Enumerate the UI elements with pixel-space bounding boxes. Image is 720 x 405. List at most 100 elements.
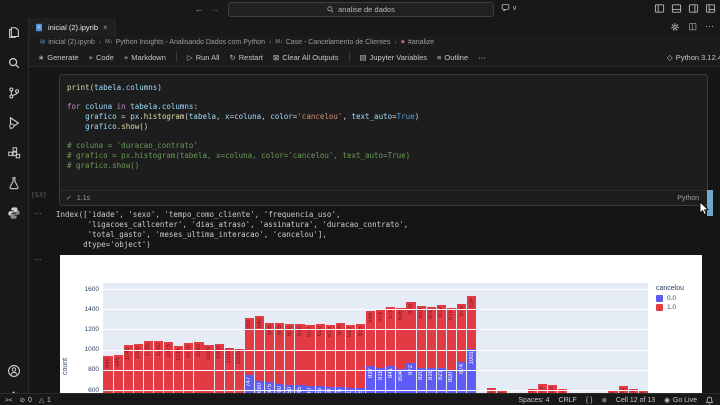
status-label: 0 (28, 397, 32, 404)
legend-label: 1.0 (667, 304, 676, 311)
breadcrumb-separator: › (99, 39, 101, 46)
toggle-secondary-sidebar-icon[interactable] (688, 3, 699, 14)
outline-icon: ≡ (437, 53, 441, 62)
bar-value-label: 1001 (469, 351, 475, 364)
extensions-icon[interactable] (5, 144, 23, 162)
bar-value-label: 635 (358, 326, 364, 336)
source-control-icon[interactable] (5, 84, 23, 102)
code-line: print(tabela.columns) (67, 83, 419, 93)
search-icon[interactable] (5, 54, 23, 72)
toolbar-label: Restart (239, 53, 263, 62)
outline-button[interactable]: ≡Outline (437, 53, 468, 62)
breadcrumb-separator: › (269, 39, 271, 46)
indent-indicator[interactable]: Spaces: 4 (518, 397, 549, 404)
editor-more-actions-icon[interactable]: ⋯ (705, 21, 714, 32)
code-token: for (67, 102, 85, 111)
more-actions-button[interactable]: ⋯ (478, 53, 486, 62)
run-all-button[interactable]: ▷Run All (187, 53, 220, 62)
cell-language[interactable]: Python (677, 195, 699, 202)
breadcrumb-item-1[interactable]: ▤inicial (2).ipynb (40, 39, 95, 46)
bar-value-label: 1005 (236, 351, 242, 364)
command-center-text: analise de dados (338, 5, 395, 14)
jupyter-variables-button[interactable]: ▤Jupyter Variables (360, 53, 427, 62)
add-markdown-cell-icon: + (124, 53, 128, 62)
bar-value-label: 548 (368, 313, 374, 323)
breadcrumb-item-2[interactable]: M↓Python Insights - Analisando Dados com… (105, 39, 265, 46)
code-token: = (117, 112, 131, 121)
kernel-picker[interactable]: ◇ Python 3.12.4 (667, 48, 720, 66)
eol-indicator[interactable]: CRLF (559, 397, 577, 404)
bar-value-label: 945 (115, 357, 121, 367)
y-axis-tick-label: 1600 (75, 286, 99, 293)
cell-duration: 1.1s (77, 195, 90, 202)
legend-entry-0.0[interactable]: 0.0 (656, 295, 684, 302)
output-line: 'total_gasto', 'meses_ultima_interacao',… (56, 230, 408, 240)
code-token: tabela.columns (130, 102, 193, 111)
notifications-bell-icon[interactable] (705, 396, 714, 405)
add-markdown-cell-button[interactable]: +Markdown (124, 53, 166, 62)
command-center-search[interactable]: analise de dados (228, 2, 494, 17)
markdown-icon: M↓ (275, 39, 282, 45)
remote-indicator[interactable]: >< (5, 397, 13, 404)
extension-icon[interactable]: ⊛ (601, 396, 606, 404)
status-label: Go Live (673, 397, 697, 404)
language-indicator[interactable]: { } (586, 397, 593, 404)
output-line: dtype='object') (56, 240, 408, 250)
clear-all-outputs-icon: ⊠ (273, 53, 279, 62)
legend-entry-1.0[interactable]: 1.0 (656, 304, 684, 311)
explorer-icon[interactable] (5, 24, 23, 42)
bar-value-label: 615 (448, 310, 454, 320)
code-token: # grafico.show() (67, 161, 139, 170)
cell-position-indicator[interactable]: Cell 12 of 13 (616, 397, 655, 404)
python-icon[interactable] (5, 204, 23, 222)
bar-value-label: 615 (327, 327, 333, 337)
split-editor-icon[interactable]: ◫ (688, 21, 697, 32)
warnings-indicator-icon: △ (39, 396, 44, 404)
code-line: grafico.show() (67, 122, 419, 132)
tab-close-icon[interactable]: × (103, 23, 108, 32)
toolbar-label: Code (96, 53, 114, 62)
cell-footer: ✓ 1.1s Python (60, 190, 707, 205)
code-content[interactable]: print(tabela.columns) for coluna in tabe… (67, 83, 419, 170)
plotly-chart-output: count 9409451045106010851090107510351070… (60, 255, 702, 405)
bar-value-label: 800 (448, 372, 454, 382)
clear-all-outputs-button[interactable]: ⊠Clear All Outputs (273, 53, 339, 62)
errors-indicator[interactable]: ⊘0 (20, 396, 32, 404)
editor-settings-gear-icon[interactable] (670, 22, 680, 32)
run-and-debug-icon[interactable] (5, 114, 23, 132)
copilot-button[interactable]: ∨ (501, 3, 517, 12)
search-icon (327, 6, 334, 13)
notebook-file-icon: ▤ (40, 39, 45, 45)
code-token: ) (157, 83, 162, 92)
tab-bar: inicial (2).ipynb × ◫ ⋯ (28, 18, 720, 36)
account-icon[interactable] (5, 362, 23, 380)
bar-value-label: 640 (257, 318, 263, 328)
tab-inicial-ipynb[interactable]: inicial (2).ipynb × (28, 18, 116, 36)
code-line (67, 132, 419, 142)
more-actions-icon: ⋯ (478, 53, 486, 62)
testing-icon[interactable] (5, 174, 23, 192)
code-token: tabela.columns (94, 83, 157, 92)
toggle-panel-icon[interactable] (671, 3, 682, 14)
breadcrumb-item-4[interactable]: ◈#analize (401, 39, 434, 46)
bar-value-label: 610 (297, 326, 303, 336)
gridline (103, 289, 648, 290)
output-menu-icon[interactable]: ⋯ (34, 255, 43, 264)
breadcrumb-item-3[interactable]: M↓Case - Cancelamento de Clientes (275, 39, 390, 46)
chart-legend[interactable]: cancelou 0.01.0 (656, 285, 684, 311)
toggle-sidebar-icon[interactable] (654, 3, 665, 14)
generate-icon: ∗ (38, 53, 44, 62)
output-menu-icon[interactable]: ⋯ (34, 209, 43, 218)
bar-value-label: 579 (378, 312, 384, 322)
go-live-button[interactable]: ◉Go Live (664, 396, 697, 404)
generate-button[interactable]: ∗Generate (38, 53, 79, 62)
warnings-indicator[interactable]: △1 (39, 396, 51, 404)
code-token: grafico (85, 112, 117, 121)
forward-icon[interactable]: → (208, 4, 222, 14)
bar-value-label: 576 (459, 306, 465, 316)
back-icon[interactable]: ← (192, 4, 206, 14)
code-cell[interactable]: print(tabela.columns) for coluna in tabe… (59, 74, 708, 206)
restart-button[interactable]: ↻Restart (229, 53, 262, 62)
customize-layout-icon[interactable] (705, 3, 716, 14)
add-code-cell-button[interactable]: +Code (89, 53, 114, 62)
